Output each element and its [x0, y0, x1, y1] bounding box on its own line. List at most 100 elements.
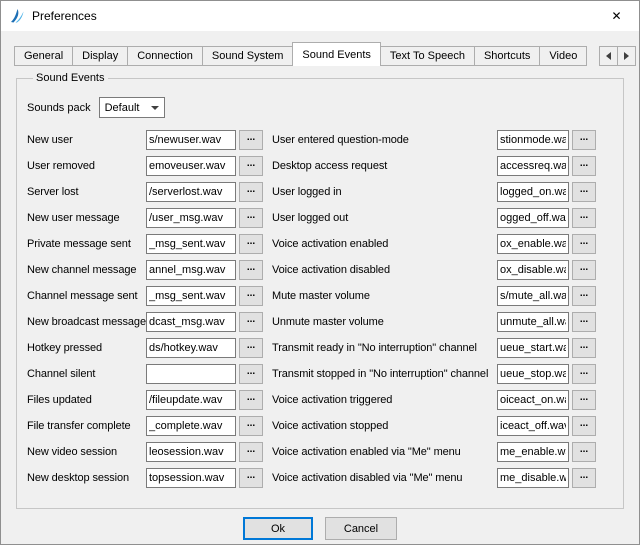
sound-event-row: New channel message ...: [27, 257, 263, 283]
event-label: New channel message: [27, 264, 146, 276]
tab-scroll-left-button[interactable]: [599, 46, 618, 66]
sound-file-input[interactable]: [146, 130, 236, 150]
browse-button[interactable]: ...: [572, 234, 596, 254]
sound-event-row: User entered question-mode ...: [272, 127, 596, 153]
sound-file-input[interactable]: [146, 156, 236, 176]
browse-button[interactable]: ...: [572, 364, 596, 384]
tab-scroll-right-icon: [624, 52, 629, 60]
event-label: New broadcast message: [27, 316, 146, 328]
browse-button[interactable]: ...: [572, 130, 596, 150]
sound-file-input[interactable]: [497, 182, 569, 202]
sounds-pack-row: Sounds pack Default: [27, 97, 613, 118]
browse-button[interactable]: ...: [239, 156, 263, 176]
browse-button[interactable]: ...: [239, 442, 263, 462]
sound-file-input[interactable]: [146, 338, 236, 358]
sound-event-row: Voice activation triggered ...: [272, 387, 596, 413]
browse-button[interactable]: ...: [572, 260, 596, 280]
tab-shortcuts[interactable]: Shortcuts: [474, 46, 540, 66]
tab-scroll-left-icon: [606, 52, 611, 60]
sound-file-input[interactable]: [497, 416, 569, 436]
browse-button[interactable]: ...: [239, 390, 263, 410]
sound-file-input[interactable]: [497, 260, 569, 280]
sound-event-row: Hotkey pressed ...: [27, 335, 263, 361]
browse-button[interactable]: ...: [572, 416, 596, 436]
event-label: Desktop access request: [272, 160, 497, 172]
sound-file-input[interactable]: [146, 442, 236, 462]
preferences-window: Preferences ✕ General Display Connection…: [0, 0, 640, 545]
event-label: User removed: [27, 160, 146, 172]
sound-event-row: Voice activation disabled ...: [272, 257, 596, 283]
sound-file-input[interactable]: [497, 156, 569, 176]
sound-event-row: Transmit ready in "No interruption" chan…: [272, 335, 596, 361]
sound-file-input[interactable]: [146, 208, 236, 228]
sounds-pack-select[interactable]: Default: [99, 97, 165, 118]
browse-button[interactable]: ...: [239, 338, 263, 358]
browse-button[interactable]: ...: [572, 182, 596, 202]
browse-button[interactable]: ...: [572, 442, 596, 462]
tab-connection[interactable]: Connection: [127, 46, 203, 66]
sound-file-input[interactable]: [497, 338, 569, 358]
ok-button[interactable]: Ok: [243, 517, 313, 540]
sound-file-input[interactable]: [497, 208, 569, 228]
browse-button[interactable]: ...: [239, 364, 263, 384]
browse-button[interactable]: ...: [572, 468, 596, 488]
tab-label: Video: [549, 50, 577, 62]
sound-event-row: Private message sent ...: [27, 231, 263, 257]
browse-button[interactable]: ...: [572, 390, 596, 410]
tab-display[interactable]: Display: [72, 46, 128, 66]
sound-file-input[interactable]: [146, 234, 236, 254]
sound-file-input[interactable]: [146, 182, 236, 202]
sounds-pack-value: Default: [105, 102, 140, 114]
event-label: New video session: [27, 446, 146, 458]
browse-button[interactable]: ...: [239, 468, 263, 488]
sound-file-input[interactable]: [497, 468, 569, 488]
event-label: Voice activation enabled: [272, 238, 497, 250]
sound-event-row: User logged out ...: [272, 205, 596, 231]
browse-button[interactable]: ...: [239, 286, 263, 306]
sound-file-input[interactable]: [497, 130, 569, 150]
sound-event-row: File transfer complete ...: [27, 413, 263, 439]
sound-event-row: Voice activation enabled via "Me" menu .…: [272, 439, 596, 465]
sound-file-input[interactable]: [146, 312, 236, 332]
event-label: Voice activation triggered: [272, 394, 497, 406]
tab-general[interactable]: General: [14, 46, 73, 66]
browse-button[interactable]: ...: [572, 286, 596, 306]
sound-file-input[interactable]: [497, 286, 569, 306]
event-label: New desktop session: [27, 472, 146, 484]
tab-video[interactable]: Video: [539, 46, 587, 66]
cancel-button[interactable]: Cancel: [325, 517, 397, 540]
browse-button[interactable]: ...: [239, 312, 263, 332]
sound-file-input[interactable]: [146, 286, 236, 306]
browse-button[interactable]: ...: [572, 338, 596, 358]
tab-text-to-speech[interactable]: Text To Speech: [380, 46, 475, 66]
browse-button[interactable]: ...: [239, 130, 263, 150]
sound-file-input[interactable]: [146, 416, 236, 436]
event-label: User logged in: [272, 186, 497, 198]
events-column-right: User entered question-mode ... Desktop a…: [272, 127, 596, 491]
sound-file-input[interactable]: [497, 312, 569, 332]
browse-button[interactable]: ...: [239, 208, 263, 228]
close-button[interactable]: ✕: [594, 2, 639, 31]
sound-file-input[interactable]: [497, 442, 569, 462]
event-label: New user message: [27, 212, 146, 224]
sound-file-input[interactable]: [497, 390, 569, 410]
event-label: Voice activation disabled via "Me" menu: [272, 472, 497, 484]
sound-file-input[interactable]: [146, 468, 236, 488]
sound-file-input[interactable]: [497, 234, 569, 254]
event-label: Channel message sent: [27, 290, 146, 302]
browse-button[interactable]: ...: [239, 416, 263, 436]
sound-file-input[interactable]: [146, 260, 236, 280]
browse-button[interactable]: ...: [572, 312, 596, 332]
browse-button[interactable]: ...: [239, 182, 263, 202]
browse-button[interactable]: ...: [572, 156, 596, 176]
sound-file-input[interactable]: [146, 364, 236, 384]
sound-file-input[interactable]: [497, 364, 569, 384]
event-label: Voice activation stopped: [272, 420, 497, 432]
browse-button[interactable]: ...: [239, 260, 263, 280]
tab-scroll-right-button[interactable]: [617, 46, 636, 66]
browse-button[interactable]: ...: [239, 234, 263, 254]
tab-sound-system[interactable]: Sound System: [202, 46, 294, 66]
sound-file-input[interactable]: [146, 390, 236, 410]
browse-button[interactable]: ...: [572, 208, 596, 228]
tab-sound-events[interactable]: Sound Events: [292, 42, 381, 66]
